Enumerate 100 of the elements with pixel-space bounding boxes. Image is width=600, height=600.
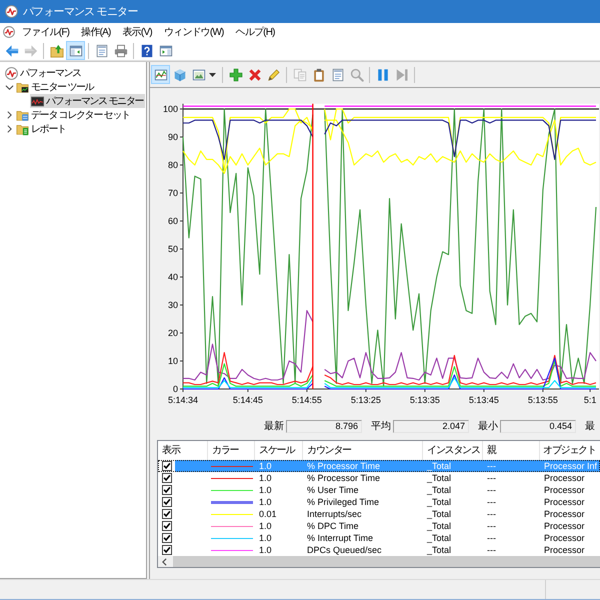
checkbox[interactable] — [162, 461, 172, 471]
stat-label: 平均 — [371, 420, 391, 433]
table-cell-text: 0.01 — [258, 508, 278, 520]
checkbox[interactable] — [162, 509, 172, 519]
menu-item[interactable]: ウィンドウ(W) — [158, 24, 230, 40]
menu-item[interactable]: 操作(A) — [75, 24, 117, 40]
tree-item[interactable]: データ コレクター セット — [15, 108, 132, 122]
table-cell-text: --- — [486, 460, 497, 472]
tree-item[interactable]: パフォーマンス モニター — [30, 94, 146, 108]
chevron-right-icon[interactable] — [7, 125, 12, 133]
table-row[interactable]: 1.0 DPCs Queued/sec _Total --- Processor — [158, 544, 600, 556]
checkbox[interactable] — [162, 497, 172, 507]
table-cell-text: 1.0 — [258, 484, 273, 496]
stat-field: 0.454 — [500, 420, 576, 432]
checkbox[interactable] — [162, 485, 172, 495]
x-axis-label: 5:1 — [584, 395, 596, 405]
table-cell-text: DPCs Queued/sec — [306, 544, 383, 556]
table-row[interactable]: 1.0 % Processor Time _Total --- Processor — [158, 472, 600, 484]
table-cell-text: Interrupts/sec — [306, 508, 363, 520]
checkbox[interactable] — [162, 533, 172, 543]
table-cell-text: Processor — [543, 472, 586, 484]
stat-field: 2.047 — [393, 420, 469, 432]
column-header[interactable]: オブジェクト — [540, 441, 600, 460]
table-cell-text: Processor Inf — [543, 460, 598, 472]
pulse-icon — [5, 66, 18, 80]
x-axis-label: 5:14:34 — [168, 395, 198, 405]
y-axis-label: 40 — [168, 272, 178, 282]
table-cell-text: % Processor Time — [306, 472, 382, 484]
table-cell-text: Processor — [543, 520, 586, 532]
table-cell-text: _Total — [426, 508, 452, 520]
table-cell-text: _Total — [426, 460, 452, 472]
table-cell-text: Processor — [543, 496, 586, 508]
y-axis-label: 20 — [168, 328, 178, 338]
table-cell-text: Processor — [543, 532, 586, 544]
table-row[interactable]: 1.0 % DPC Time _Total --- Processor — [158, 520, 600, 532]
image-icon[interactable] — [192, 68, 206, 82]
y-axis-label: 100 — [162, 104, 178, 114]
menu-item[interactable]: 表示(V) — [116, 24, 158, 40]
folder-icon — [16, 108, 29, 122]
y-axis-label: 10 — [168, 356, 178, 366]
table-cell-text: --- — [486, 520, 497, 532]
table-cell-text: 1.0 — [258, 544, 273, 556]
table-cell-text: Processor — [543, 544, 586, 556]
menu-item[interactable]: ファイル(F) — [16, 24, 76, 40]
table-cell-text: --- — [486, 532, 497, 544]
chevron-right-icon[interactable] — [7, 111, 12, 119]
folder-icon — [16, 122, 29, 136]
table-cell-text: _Total — [426, 496, 452, 508]
chevron-down-icon[interactable] — [5, 84, 14, 90]
y-axis-label: 60 — [168, 216, 178, 226]
scroll-left-icon[interactable] — [162, 558, 167, 566]
table-cell-text: 1.0 — [258, 472, 273, 484]
x-axis-label: 5:13:55 — [528, 395, 558, 405]
table-cell-text: _Total — [426, 484, 452, 496]
table-cell-text: % DPC Time — [306, 520, 360, 532]
table-cell-text: % Processor Time — [306, 460, 382, 472]
pulse-icon[interactable] — [3, 26, 15, 38]
table-cell-text: --- — [486, 508, 497, 520]
table-row[interactable]: 1.0 % User Time _Total --- Processor — [158, 484, 600, 496]
table-cell-text: % Interrupt Time — [306, 532, 374, 544]
table-cell-text: --- — [486, 484, 497, 496]
checkbox[interactable] — [162, 473, 172, 483]
tree-item[interactable]: レポート — [15, 122, 68, 136]
table-cell-text: Processor — [543, 508, 586, 520]
pulse-icon — [5, 5, 18, 18]
table-cell-text: _Total — [426, 532, 452, 544]
table-cell-text: --- — [486, 544, 497, 556]
table-row[interactable]: 0.01 Interrupts/sec _Total --- Processor — [158, 508, 600, 520]
table-cell-text: --- — [486, 472, 497, 484]
stat-field: 8.796 — [286, 420, 362, 432]
stat-label: 最新 — [264, 420, 284, 433]
table-cell-text: 1.0 — [258, 520, 273, 532]
x-axis-label: 5:14:45 — [232, 395, 263, 405]
table-row[interactable]: 1.0 % Interrupt Time _Total --- Processor — [158, 532, 600, 544]
y-axis-label: 80 — [168, 160, 178, 170]
y-axis-label: 90 — [168, 132, 178, 142]
checkbox[interactable] — [162, 521, 172, 531]
stat-label: 最 — [585, 420, 595, 433]
x-axis-label: 5:13:25 — [350, 395, 381, 405]
y-axis-label: 70 — [168, 188, 178, 198]
table-cell-text: 1.0 — [258, 496, 273, 508]
stat-label: 最小 — [478, 420, 498, 433]
caret-icon[interactable] — [209, 72, 216, 76]
checkbox[interactable] — [162, 545, 172, 555]
window-title: パフォーマンス モニター — [23, 5, 138, 19]
table-cell-text: _Total — [426, 472, 452, 484]
table-cell-text: --- — [486, 496, 497, 508]
tree-item[interactable]: パフォーマンス — [4, 66, 83, 80]
x-axis-label: 5:13:35 — [410, 395, 440, 405]
tree-item[interactable]: モニター ツール — [15, 80, 96, 94]
x-axis-label: 5:13:45 — [468, 395, 499, 405]
table-row[interactable]: 1.0 % Privileged Time _Total --- Processor — [158, 496, 600, 508]
menu-item[interactable]: ヘルプ(H) — [230, 24, 281, 40]
table-cell-text: 1.0 — [258, 532, 273, 544]
table-cell-text: Processor — [543, 484, 586, 496]
table-cell-text: 1.0 — [258, 460, 273, 472]
table-cell-text: % User Time — [306, 484, 360, 496]
folder-icon — [16, 80, 29, 94]
y-axis-label: 50 — [168, 244, 178, 254]
y-axis-label: 30 — [168, 300, 178, 310]
